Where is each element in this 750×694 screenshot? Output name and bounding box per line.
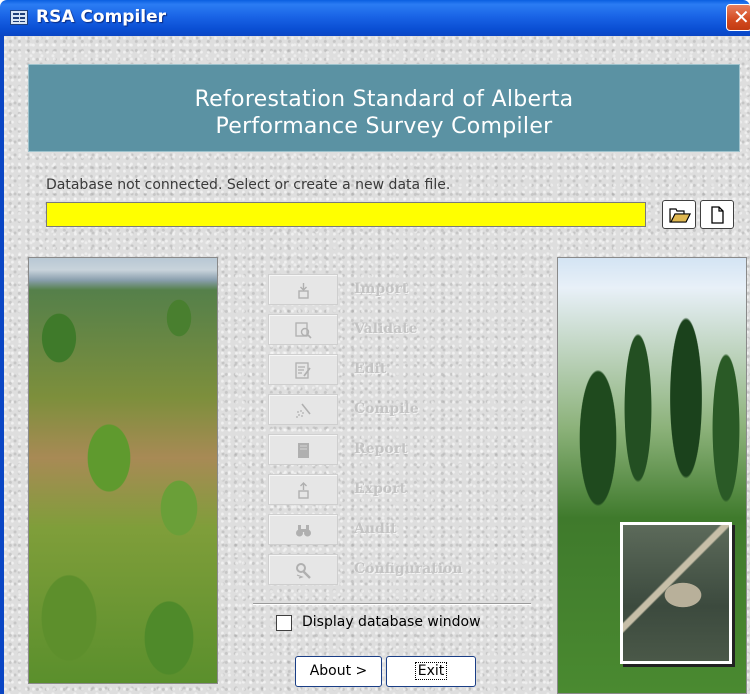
command-compile[interactable]: Compile [268, 394, 508, 427]
window-title: RSA Compiler [36, 7, 167, 27]
new-database-button[interactable] [700, 200, 734, 229]
divider [253, 603, 531, 605]
exit-button[interactable]: Exit [386, 656, 476, 687]
compile-button[interactable] [268, 394, 338, 425]
import-label: Import [354, 281, 409, 297]
command-configuration[interactable]: Configuration [268, 554, 508, 587]
spruce-forest-photo [557, 257, 747, 694]
export-button[interactable] [268, 474, 338, 505]
audit-label: Audit [354, 521, 397, 537]
title-bar[interactable]: RSA Compiler ✕ [0, 0, 750, 36]
edit-button[interactable] [268, 354, 338, 385]
import-icon [298, 283, 309, 299]
compile-icon [296, 403, 311, 418]
command-edit[interactable]: Edit [268, 354, 508, 387]
audit-button[interactable] [268, 514, 338, 545]
banner-title-line1: Reforestation Standard of Alberta [194, 87, 574, 112]
export-label: Export [354, 481, 406, 497]
database-path-field[interactable] [46, 202, 646, 227]
validate-icon [295, 322, 312, 339]
header-banner: Reforestation Standard of Alberta Perfor… [28, 64, 740, 152]
report-icon [298, 443, 309, 458]
command-audit[interactable]: Audit [268, 514, 508, 547]
forest-regeneration-photo [28, 257, 218, 684]
configuration-label: Configuration [354, 561, 463, 577]
command-report[interactable]: Report [268, 434, 508, 467]
compile-label: Compile [354, 401, 419, 417]
open-folder-icon [669, 208, 691, 223]
binoculars-icon [296, 525, 311, 537]
validate-label: Validate [354, 321, 418, 337]
close-icon: ✕ [733, 5, 750, 29]
app-form-icon [10, 10, 28, 25]
edit-icon [295, 362, 311, 379]
import-button[interactable] [268, 274, 338, 305]
report-label: Report [354, 441, 408, 457]
new-file-icon [711, 206, 724, 224]
configuration-icon [296, 563, 311, 579]
configuration-button[interactable] [268, 554, 338, 585]
exit-button-label: Exit [414, 662, 448, 680]
connection-status-text: Database not connected. Select or create… [46, 177, 451, 193]
open-database-button[interactable] [662, 200, 696, 229]
about-button[interactable]: About > [295, 656, 382, 687]
export-icon [298, 482, 309, 499]
command-import[interactable]: Import [268, 274, 508, 307]
command-export[interactable]: Export [268, 474, 508, 507]
validate-button[interactable] [268, 314, 338, 345]
display-database-window-label[interactable]: Display database window [302, 614, 481, 630]
aerial-photo-inset [620, 522, 732, 664]
report-button[interactable] [268, 434, 338, 465]
close-button[interactable]: ✕ [726, 4, 750, 31]
banner-title-line2: Performance Survey Compiler [215, 114, 553, 139]
edit-label: Edit [354, 361, 387, 377]
command-validate[interactable]: Validate [268, 314, 508, 347]
display-database-window-checkbox[interactable] [276, 615, 292, 631]
